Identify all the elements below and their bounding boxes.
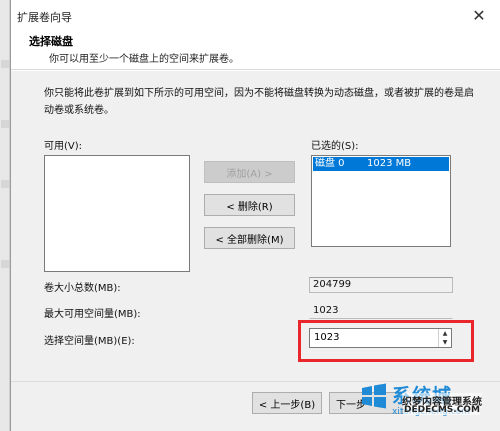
list-item[interactable]: 磁盘 0 1023 MB xyxy=(313,157,449,171)
background-fragment xyxy=(1,260,9,268)
wizard-header: 选择磁盘 你可以用至少一个磁盘上的空间来扩展卷。 xyxy=(11,30,500,70)
selected-disks-list[interactable]: 磁盘 0 1023 MB xyxy=(311,155,451,247)
page-subtitle: 你可以用至少一个磁盘上的空间来扩展卷。 xyxy=(49,54,239,65)
available-disks-list[interactable] xyxy=(44,155,190,272)
background-fragment xyxy=(1,120,9,128)
title-bar: 扩展卷向导 ✕ xyxy=(11,0,500,30)
window-title: 扩展卷向导 xyxy=(17,11,72,24)
selected-label: 已选的(S): xyxy=(311,141,359,152)
remove-button[interactable]: < 删除(R) xyxy=(204,194,295,216)
total-size-field: 204799 xyxy=(309,277,453,293)
watermark-site-url: DEDECMS.COM xyxy=(404,405,480,415)
page-title: 选择磁盘 xyxy=(29,35,73,48)
windows-logo-icon xyxy=(362,383,386,409)
highlight-annotation xyxy=(298,320,474,362)
disk-size: 1023 MB xyxy=(367,158,412,169)
add-button[interactable]: 添加(A) > xyxy=(204,161,295,183)
max-space-field: 1023 xyxy=(309,303,453,319)
select-space-label: 选择空间量(MB)(E): xyxy=(44,336,135,347)
disk-name: 磁盘 0 xyxy=(315,158,345,169)
close-icon[interactable]: ✕ xyxy=(467,5,491,25)
background-fragment xyxy=(1,180,9,188)
extend-volume-wizard-window: 扩展卷向导 ✕ 选择磁盘 你可以用至少一个磁盘上的空间来扩展卷。 你只能将此卷扩… xyxy=(10,0,500,431)
background-fragment xyxy=(1,60,9,68)
background-window-strip xyxy=(0,0,10,431)
watermark: 系统城 xitongcheng.com 织梦内容管理系统 DEDECMS.COM xyxy=(352,378,500,431)
back-button[interactable]: < 上一步(B) xyxy=(252,392,322,414)
available-label: 可用(V): xyxy=(44,141,83,152)
max-space-label: 最大可用空间量(MB): xyxy=(44,309,141,320)
total-size-label: 卷大小总数(MB): xyxy=(44,283,121,294)
description-text: 你只能将此卷扩展到如下所示的可用空间，因为不能将磁盘转换为动态磁盘，或者被扩展的… xyxy=(44,88,474,116)
remove-all-button[interactable]: < 全部删除(M) xyxy=(204,227,295,249)
